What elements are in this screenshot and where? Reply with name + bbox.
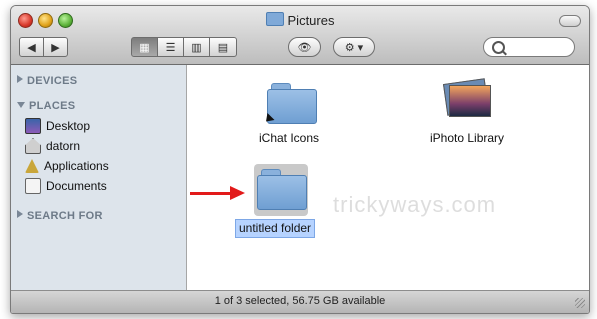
eye-icon: 👁 (297, 41, 312, 54)
documents-icon (25, 178, 41, 194)
sidebar-item-label: Documents (46, 179, 107, 193)
gear-icon: ⚙ ▾ (344, 41, 364, 54)
sidebar-item-applications[interactable]: Applications (25, 157, 109, 175)
disclosure-triangle-icon (17, 75, 23, 83)
search-field[interactable] (483, 37, 575, 57)
finder-window: Pictures ◀ ▶ ▦ ☰ ▥ ▤ 👁 ⚙ ▾ DEVICES PLACE… (10, 5, 590, 314)
sidebar-section-places[interactable]: PLACES (17, 100, 75, 112)
cover-flow-button[interactable]: ▤ (209, 37, 237, 57)
sidebar: DEVICES PLACES Desktop datorn Applicatio… (11, 65, 187, 290)
section-label: PLACES (29, 100, 76, 112)
search-input[interactable] (508, 40, 574, 56)
sidebar-item-datorn[interactable]: datorn (25, 137, 80, 155)
forward-icon: ▶ (51, 41, 60, 54)
iphoto-library-item[interactable] (442, 78, 491, 119)
toolbar: Pictures ◀ ▶ ▦ ☰ ▥ ▤ 👁 ⚙ ▾ (11, 6, 589, 65)
search-icon (492, 41, 505, 54)
action-menu-button[interactable]: ⚙ ▾ (333, 37, 375, 57)
red-arrow-annotation (190, 186, 248, 200)
column-view-button[interactable]: ▥ (183, 37, 210, 57)
forward-button[interactable]: ▶ (43, 37, 68, 57)
window-title: Pictures (11, 12, 589, 28)
applications-icon (25, 159, 39, 173)
sidebar-section-devices[interactable]: DEVICES (17, 75, 77, 87)
desktop-icon (25, 118, 41, 134)
toolbar-toggle-button[interactable] (559, 15, 581, 27)
folder-alias-icon (267, 89, 317, 124)
window-title-text: Pictures (287, 13, 335, 28)
iphoto-library-icon (449, 85, 491, 117)
sidebar-item-label: datorn (46, 139, 81, 153)
watermark: trickyways.com (333, 192, 497, 217)
resize-grip-icon[interactable] (575, 298, 585, 308)
list-view-icon: ☰ (165, 41, 176, 54)
folder-icon (265, 12, 284, 26)
folder-icon (257, 175, 307, 210)
section-label: DEVICES (27, 75, 78, 87)
sidebar-section-search-for[interactable]: SEARCH FOR (17, 210, 103, 222)
sidebar-item-desktop[interactable]: Desktop (25, 117, 90, 135)
cover-flow-icon: ▤ (217, 41, 229, 54)
iphoto-library-label[interactable]: iPhoto Library (430, 131, 504, 145)
ichat-icons-label[interactable]: iChat Icons (259, 131, 319, 145)
sidebar-item-label: Desktop (46, 119, 91, 133)
icon-view-button[interactable]: ▦ (131, 37, 158, 57)
ichat-icons-item[interactable] (262, 83, 317, 126)
quick-look-button[interactable]: 👁 (288, 37, 321, 57)
untitled-folder-item[interactable] (257, 169, 307, 210)
status-bar: 1 of 3 selected, 56.75 GB available (11, 290, 589, 313)
icon-view-icon: ▦ (139, 41, 150, 54)
back-icon: ◀ (27, 41, 36, 54)
back-button[interactable]: ◀ (19, 37, 44, 57)
disclosure-triangle-icon (17, 102, 25, 108)
sidebar-item-documents[interactable]: Documents (25, 177, 107, 195)
file-browser: trickyways.com iChat Icons iPhoto Librar… (187, 65, 589, 290)
disclosure-triangle-icon (17, 210, 23, 218)
sidebar-item-label: Applications (44, 159, 109, 173)
column-view-icon: ▥ (191, 41, 202, 54)
status-text: 1 of 3 selected, 56.75 GB available (214, 295, 386, 307)
untitled-folder-label[interactable]: untitled folder (235, 219, 316, 238)
home-icon (25, 138, 41, 154)
list-view-button[interactable]: ☰ (157, 37, 184, 57)
section-label: SEARCH FOR (27, 210, 103, 222)
